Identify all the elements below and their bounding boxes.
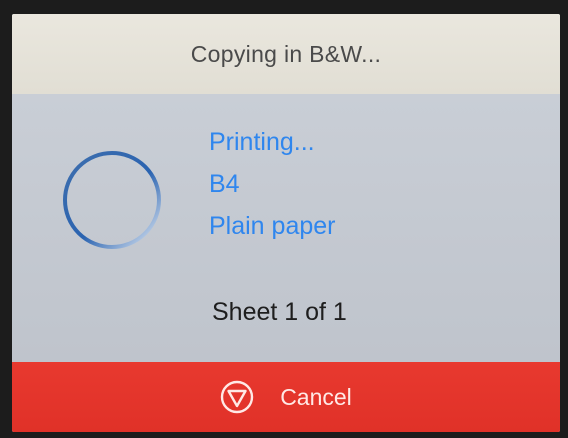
cancel-label: Cancel: [280, 383, 352, 410]
cancel-button[interactable]: Cancel: [12, 362, 560, 432]
title-bar: Copying in B&W...: [12, 14, 560, 94]
print-status-text: Printing...: [209, 128, 315, 156]
paper-type-text: Plain paper: [209, 212, 336, 240]
sheet-progress-text: Sheet 1 of 1: [212, 298, 347, 326]
progress-ring-icon: [63, 151, 161, 249]
page-title: Copying in B&W...: [190, 40, 382, 67]
stop-triangle-icon: [220, 380, 254, 414]
printer-display: Copying in B&W... Printing... B4 Plain p…: [12, 14, 560, 432]
paper-size-text: B4: [209, 170, 240, 198]
status-panel: Printing... B4 Plain paper Sheet 1 of 1: [12, 94, 560, 362]
